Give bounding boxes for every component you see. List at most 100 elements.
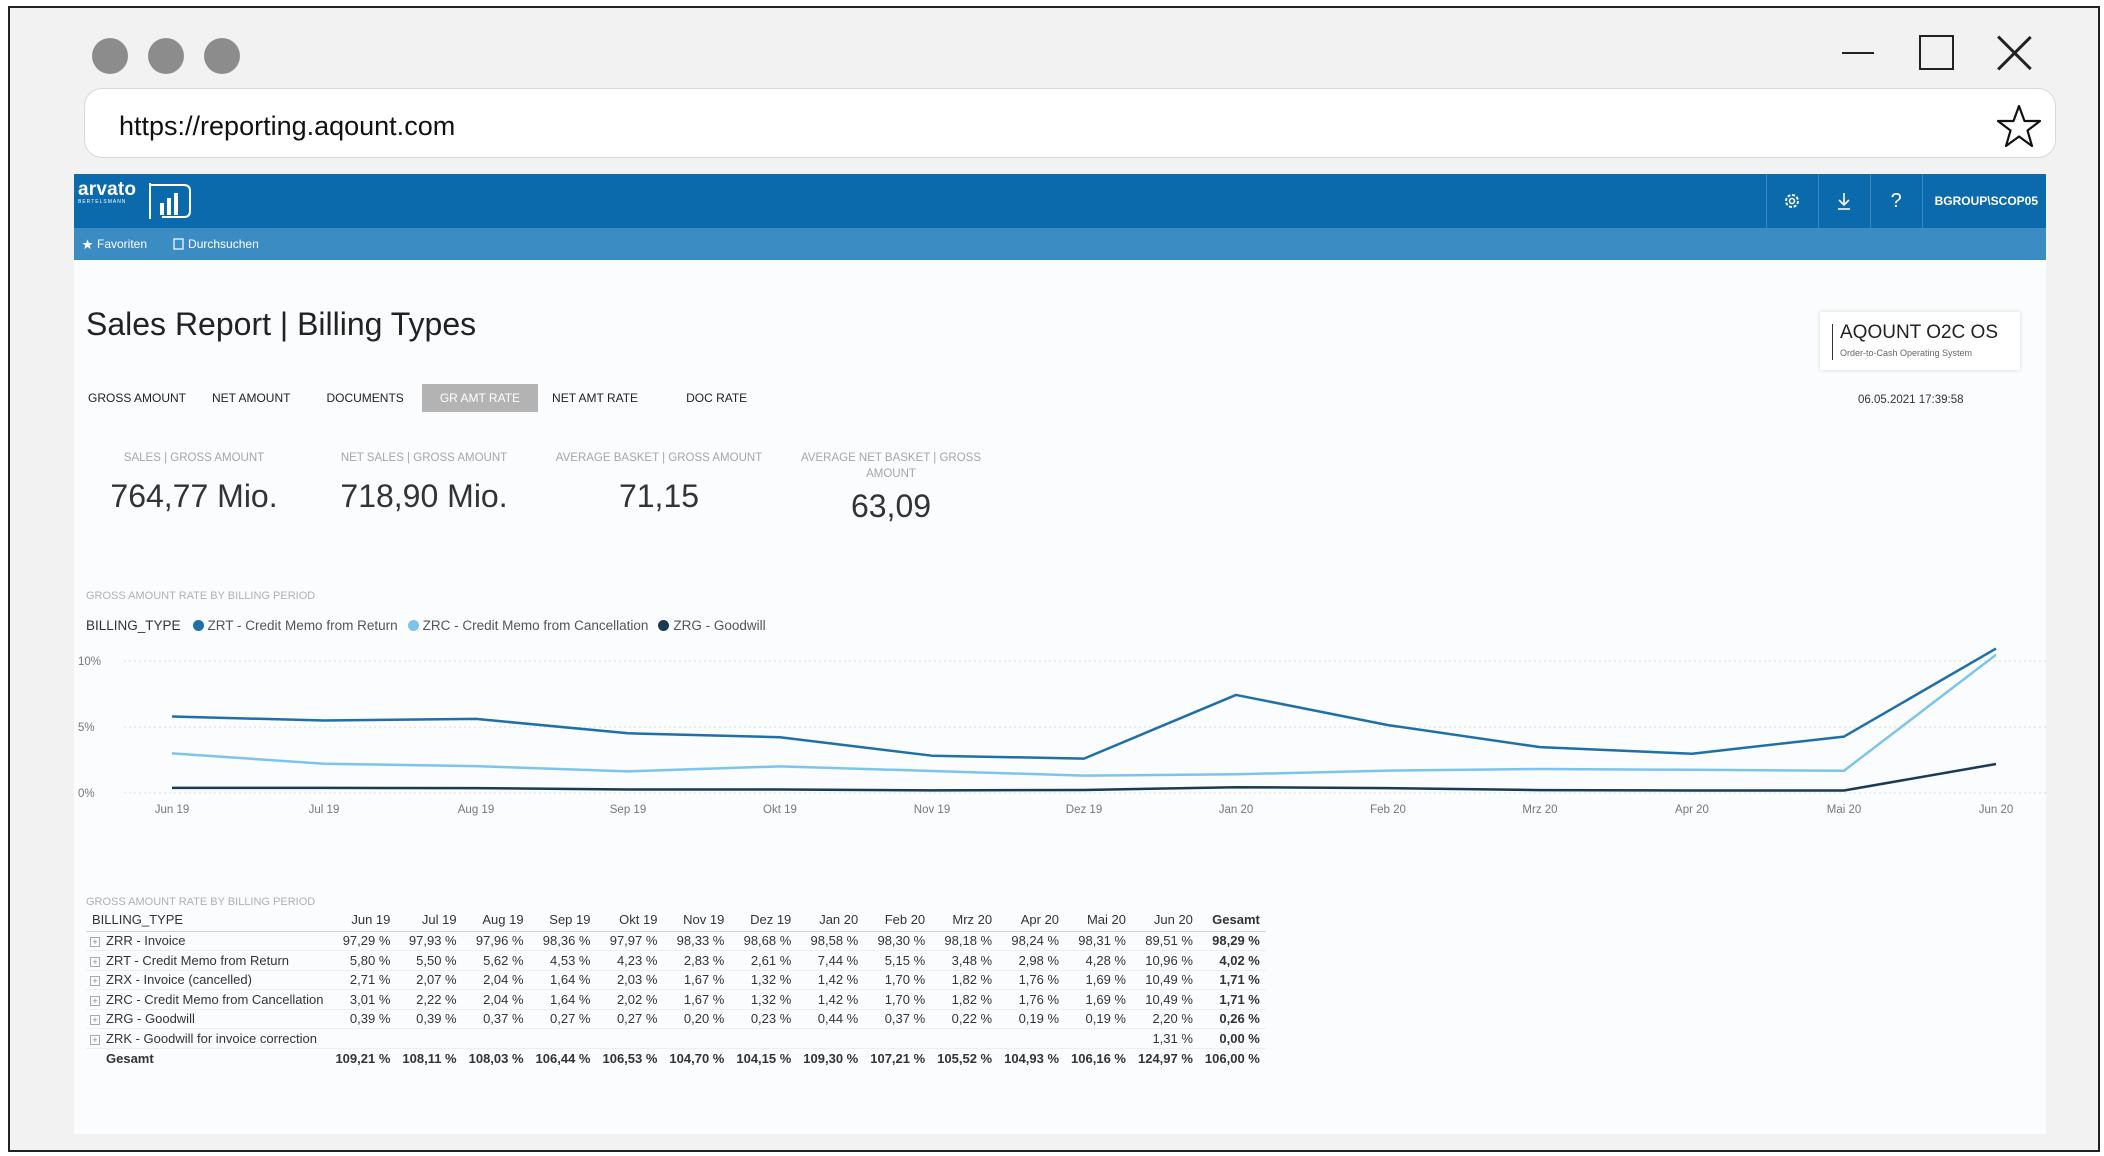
row-label: + ZRT - Credit Memo from Return (86, 950, 330, 971)
tab-documents[interactable]: DOCUMENTS (316, 384, 414, 412)
dot-icon[interactable] (92, 38, 128, 74)
bookmark-star-icon[interactable] (1995, 103, 2043, 151)
column-header-billing-type[interactable]: BILLING_TYPE (86, 909, 330, 932)
tab-gross-amount[interactable]: GROSS AMOUNT (78, 384, 197, 412)
dot-icon[interactable] (148, 38, 184, 74)
browse-label: Durchsuchen (188, 237, 259, 251)
table-cell: 0,39 % (396, 1009, 463, 1029)
table-cell (1065, 1028, 1132, 1049)
x-tick-label: Sep 19 (610, 804, 646, 816)
table-cell: 97,96 % (462, 931, 530, 951)
table-cell: 1,69 % (1065, 970, 1132, 990)
page-title: Sales Report | Billing Types (86, 306, 477, 342)
table-cell: 2,83 % (663, 950, 731, 971)
expand-icon[interactable]: + (90, 1034, 100, 1045)
row-label: + ZRR - Invoice (86, 931, 330, 951)
table-row[interactable]: + ZRT - Credit Memo from Return 5,80 % 5,50… (86, 950, 1266, 971)
maximize-icon[interactable] (1916, 32, 1956, 72)
table-cell: 89,51 % (1131, 931, 1199, 951)
table-cell: 0,26 % (1198, 1009, 1266, 1029)
table-cell: 1,71 % (1198, 970, 1266, 990)
legend-label: ZRC - Credit Memo from Cancellation (422, 618, 649, 633)
report-app: arvato BERTELSMANN ? BGROUP\SCOP05 Favor… (74, 174, 2046, 1134)
table-row[interactable]: + ZRG - Goodwill 0,39 % 0,39 % 0,37 % 0,27 % 0… (86, 1009, 1266, 1029)
table-cell (329, 1028, 397, 1049)
column-header[interactable]: Jan 20 (797, 909, 865, 932)
total-cell: 104,70 % (669, 1050, 725, 1066)
legend-swatch (658, 620, 670, 631)
document-icon (173, 238, 184, 250)
browser-window: https://reporting.aqount.com arvato BERT… (8, 6, 2100, 1152)
column-header[interactable]: Jul 19 (396, 909, 463, 932)
download-icon[interactable] (1817, 174, 1870, 228)
line-chart: 0% 5% 10% Jun 19 Jul 19 Aug 19 Sep 19 Okt 19 Nov… (78, 647, 2046, 816)
user-account[interactable]: BGROUP\SCOP05 (1921, 174, 2046, 228)
address-bar[interactable]: https://reporting.aqount.com (84, 88, 2056, 158)
window-controls (1838, 32, 2034, 72)
table-cell: 0,37 % (864, 1009, 932, 1029)
column-header[interactable]: Sep 19 (529, 909, 597, 932)
y-tick-label: 10% (78, 656, 101, 668)
arvato-logo[interactable]: arvato BERTELSMANN (78, 179, 191, 219)
column-header[interactable]: Mai 20 (1065, 909, 1132, 932)
legend-item-zrg[interactable]: ZRG - Goodwill (658, 618, 766, 633)
star-icon (82, 238, 93, 249)
expand-icon[interactable]: + (90, 995, 100, 1006)
column-header[interactable]: Mrz 20 (931, 909, 999, 932)
table-row[interactable]: + ZRX - Invoice (cancelled) 2,71 % 2,07 % 2,… (86, 970, 1266, 990)
table-cell: 98,33 % (663, 931, 731, 951)
favorites-link[interactable]: Favoriten (82, 237, 147, 251)
kpi-value: 718,90 Mio. (340, 478, 508, 514)
table-cell: 98,24 % (998, 931, 1066, 951)
legend-item-zrc[interactable]: ZRC - Credit Memo from Cancellation (407, 618, 649, 633)
reporting-logo-icon (149, 183, 191, 219)
table-cell: 1,76 % (998, 989, 1066, 1010)
table-row[interactable]: + ZRC - Credit Memo from Cancellation 3,01… (86, 989, 1266, 1010)
column-header[interactable]: Aug 19 (462, 909, 530, 932)
column-header[interactable]: Dez 19 (730, 909, 798, 932)
series-line-0[interactable] (171, 647, 1997, 760)
column-header[interactable]: Nov 19 (663, 909, 731, 932)
tab-net-amount[interactable]: NET AMOUNT (202, 384, 301, 412)
tab-doc-rate[interactable]: DOC RATE (676, 384, 758, 412)
settings-gear-icon[interactable] (1765, 174, 1818, 228)
column-header[interactable]: Feb 20 (864, 909, 932, 932)
table-cell: 97,97 % (596, 931, 664, 951)
table-cell: 4,28 % (1065, 950, 1132, 971)
expand-icon[interactable]: + (90, 956, 100, 967)
total-cell: 106,16 % (1071, 1050, 1126, 1066)
tab-gr-amt-rate[interactable]: GR AMT RATE (421, 384, 539, 412)
kpi-label: AVERAGE BASKET | GROSS AMOUNT (555, 452, 763, 464)
column-header[interactable]: Jun 20 (1131, 909, 1199, 932)
metric-tabs: GROSS AMOUNT NET AMOUNT DOCUMENTS GR AMT… (78, 384, 758, 412)
table-cell: 4,23 % (596, 950, 664, 971)
tab-net-amt-rate[interactable]: NET AMT RATE (542, 384, 649, 412)
help-button[interactable]: ? (1869, 174, 1922, 228)
table-cell: 1,42 % (797, 989, 865, 1010)
table-cell: 1,67 % (663, 989, 731, 1010)
legend-item-zrt[interactable]: ZRT - Credit Memo from Return (192, 618, 398, 633)
expand-icon[interactable]: + (90, 937, 100, 948)
x-tick-label: Dez 19 (1066, 804, 1102, 816)
column-header[interactable]: Jun 19 (329, 909, 397, 932)
row-label: + ZRG - Goodwill (86, 1009, 330, 1029)
close-icon[interactable] (1994, 32, 2034, 72)
expand-icon[interactable]: + (90, 1015, 100, 1026)
column-header[interactable]: Gesamt (1198, 909, 1266, 932)
table-cell: 2,71 % (329, 970, 397, 990)
table-cell: 0,27 % (529, 1009, 597, 1029)
column-header[interactable]: Apr 20 (998, 909, 1066, 932)
table-row[interactable]: + ZRR - Invoice 97,29 % 97,93 % 97,96 % 98,36… (86, 931, 1266, 951)
table-body: + ZRR - Invoice 97,29 % 97,93 % 97,96 % 98,36… (86, 931, 1266, 1068)
table-cell: 1,71 % (1198, 989, 1266, 1010)
x-tick-label: Jun 20 (1979, 804, 2014, 816)
expand-icon[interactable]: + (90, 976, 100, 987)
url-text[interactable]: https://reporting.aqount.com (119, 111, 455, 142)
table-cell (730, 1028, 798, 1049)
column-header[interactable]: Okt 19 (596, 909, 664, 932)
minimize-icon[interactable] (1838, 32, 1878, 72)
dot-icon[interactable] (204, 38, 240, 74)
table-cell: 0,44 % (797, 1009, 865, 1029)
table-row[interactable]: + ZRK - Goodwill for invoice correction 1,… (86, 1028, 1266, 1049)
browse-link[interactable]: Durchsuchen (173, 237, 259, 251)
